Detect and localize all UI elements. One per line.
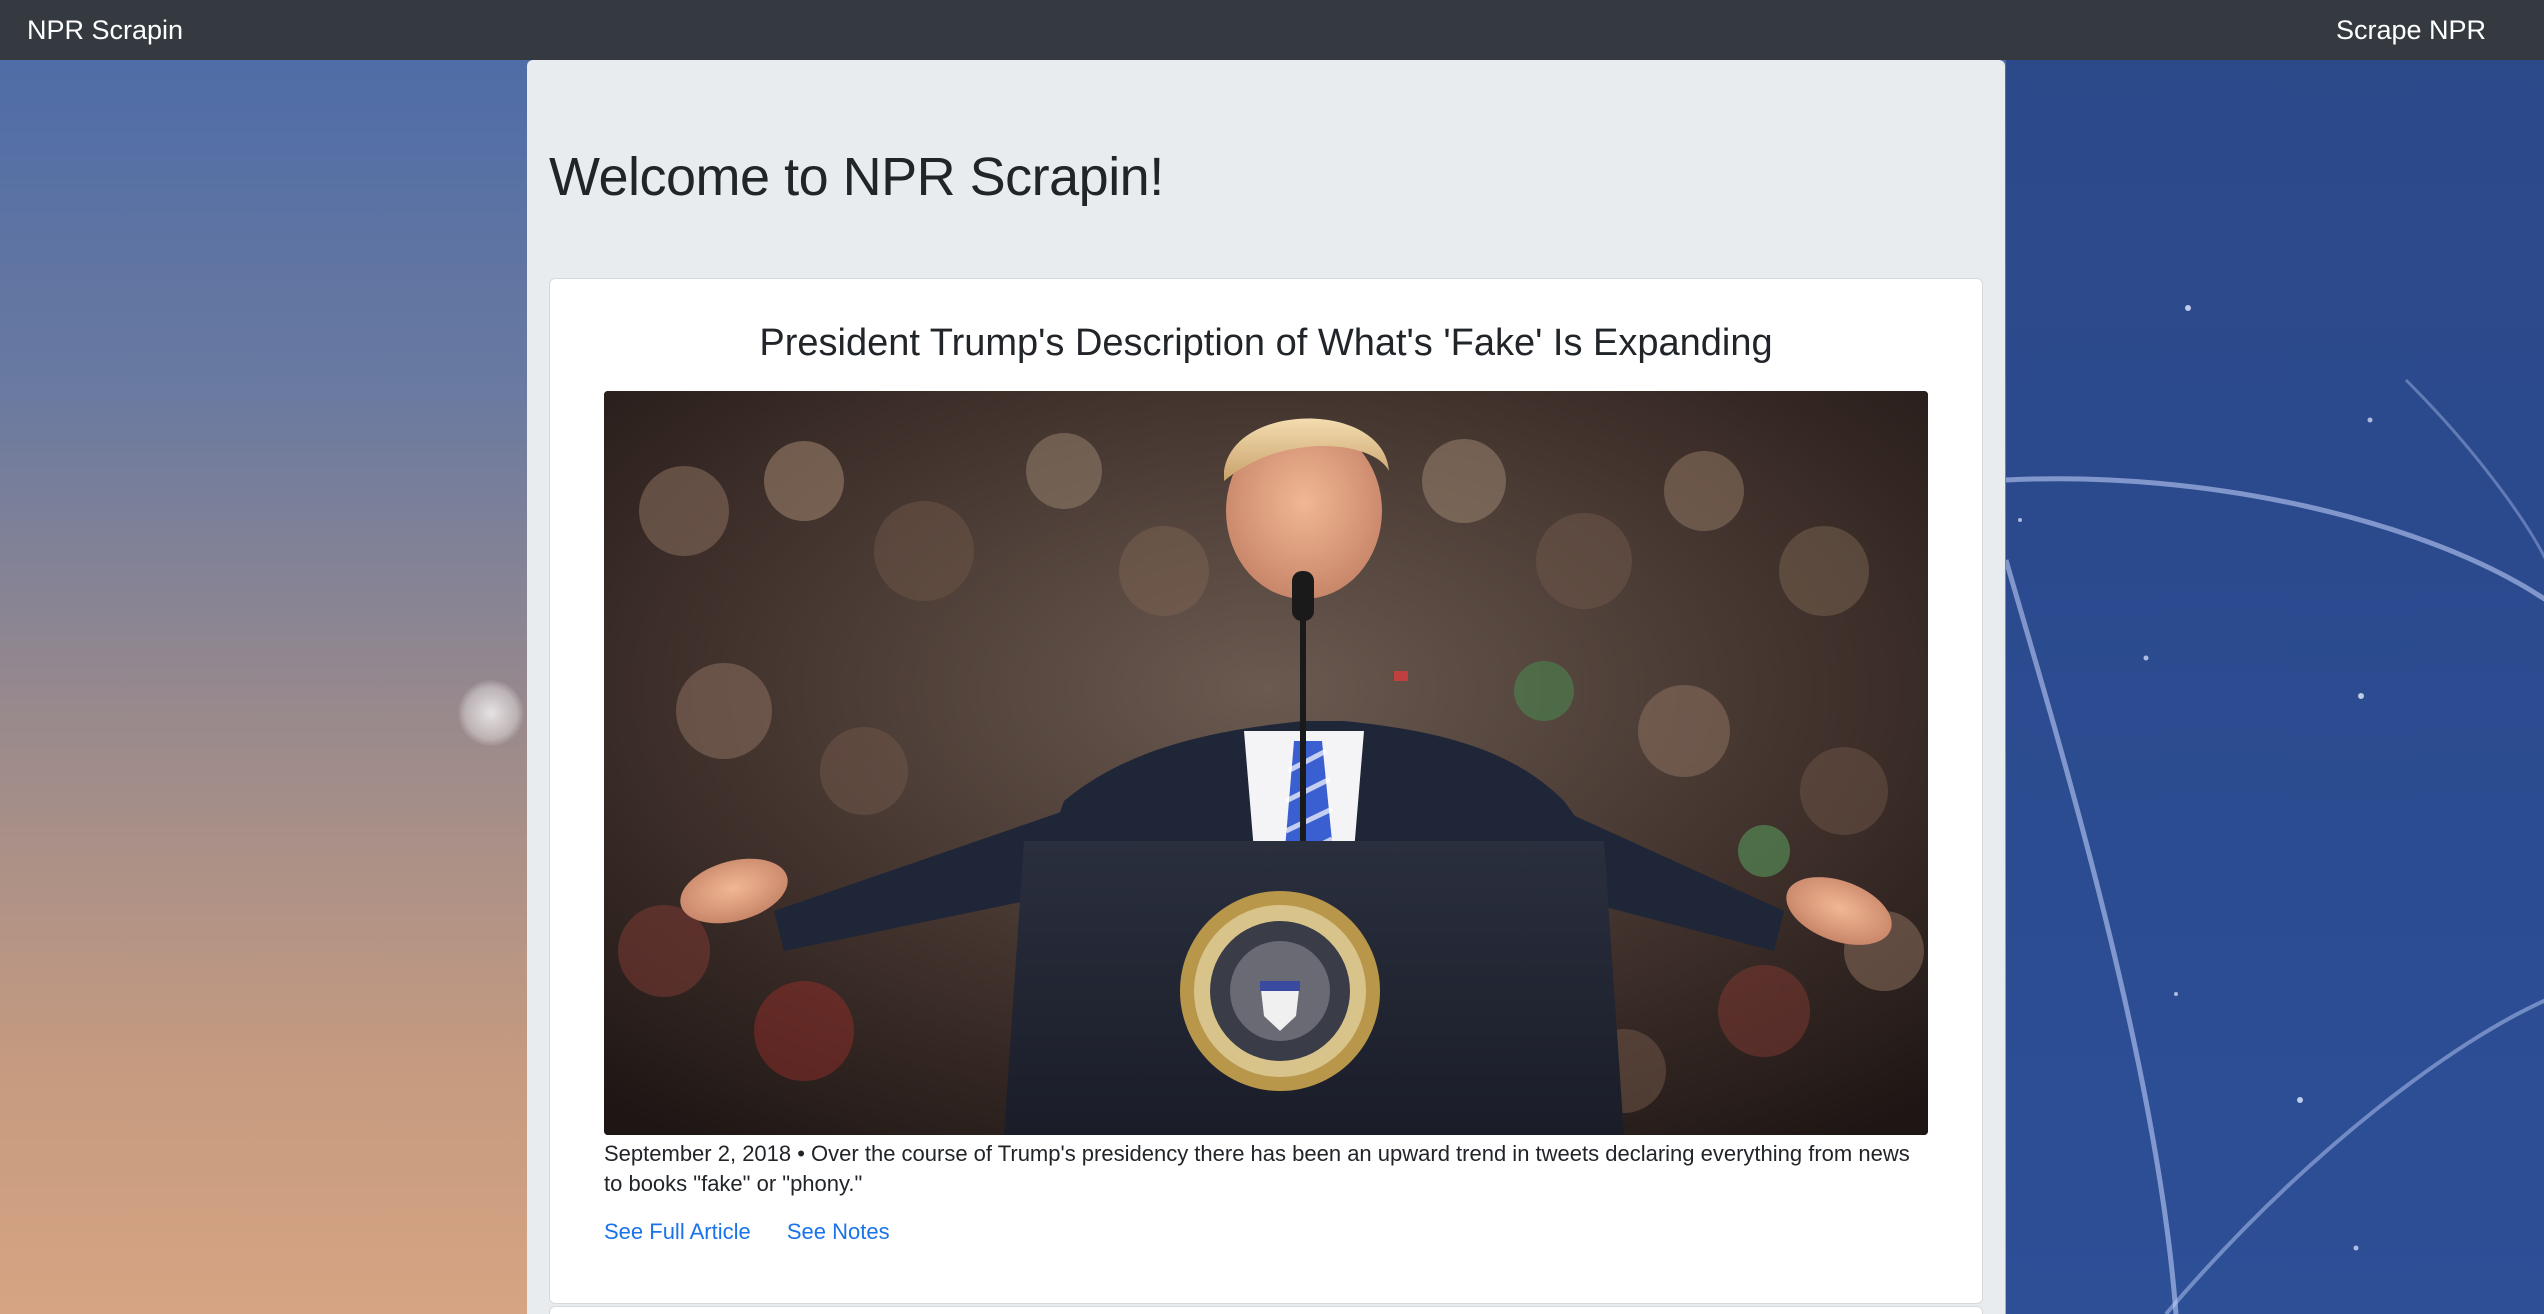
article-photo-illustration (604, 391, 1928, 1135)
background-light-orb (458, 680, 524, 746)
top-navbar: NPR Scrapin Scrape NPR (0, 0, 2544, 60)
scrape-npr-link[interactable]: Scrape NPR (2336, 10, 2486, 50)
page-title: Welcome to NPR Scrapin! (549, 147, 1164, 207)
article-title: President Trump's Description of What's … (759, 322, 1773, 364)
navbar-brand[interactable]: NPR Scrapin (27, 10, 183, 50)
background-right-panel (2006, 0, 2544, 1314)
article-image (604, 391, 1928, 1135)
see-notes-link[interactable]: See Notes (787, 1219, 890, 1244)
article-links: See Full Article See Notes (604, 1217, 920, 1247)
see-full-article-link[interactable]: See Full Article (604, 1219, 751, 1244)
article-card: President Trump's Description of What's … (549, 278, 1983, 1304)
background-arc-decoration (2006, 305, 2544, 1314)
jumbotron: Welcome to NPR Scrapin! President Trump'… (527, 60, 2005, 1314)
next-article-card (549, 1306, 1983, 1314)
article-summary: September 2, 2018 • Over the course of T… (604, 1141, 1910, 1196)
